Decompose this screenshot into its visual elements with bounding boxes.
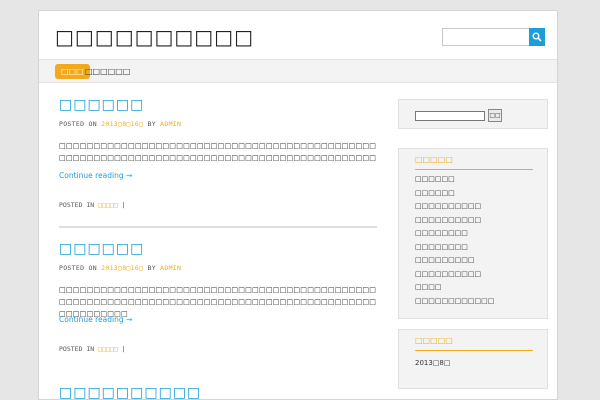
- post-author[interactable]: ADMIN: [160, 120, 181, 128]
- post-date[interactable]: 2013□8□16□: [101, 264, 143, 272]
- post-3: □□□□□□□□□□: [59, 385, 377, 399]
- sidebar-search-input[interactable]: [415, 111, 485, 121]
- post-footer: POSTED IN □□□□□ |: [59, 345, 126, 353]
- widget-title-underline: [415, 169, 533, 170]
- recent-post-link[interactable]: □□□□□□□□□□: [415, 200, 494, 214]
- post-title[interactable]: □□□□□□: [59, 241, 377, 257]
- recent-post-link[interactable]: □□□□□□□□□□□□: [415, 295, 494, 309]
- site-title[interactable]: □□□□□□□□□□: [55, 25, 254, 49]
- post-meta: POSTED ON 2013□8□16□ BY ADMIN: [59, 120, 181, 128]
- post-meta: POSTED ON 2013□8□16□ BY ADMIN: [59, 264, 181, 272]
- header-search-button[interactable]: [529, 28, 545, 46]
- posted-on-label: POSTED ON: [59, 264, 97, 272]
- recent-post-link[interactable]: □□□□: [415, 281, 494, 295]
- footer-separator: |: [121, 201, 126, 209]
- post-category[interactable]: □□□□□: [98, 201, 118, 209]
- post-author[interactable]: ADMIN: [160, 264, 181, 272]
- search-icon: [532, 32, 542, 42]
- posted-on-label: POSTED ON: [59, 120, 97, 128]
- posted-in-label: POSTED IN: [59, 201, 95, 209]
- recent-post-link[interactable]: □□□□□□□□□□: [415, 268, 494, 282]
- post-1: □□□□□□ POSTED ON 2013□8□16□ BY ADMIN □□□…: [59, 97, 377, 209]
- recent-post-link[interactable]: □□□□□□□□: [415, 227, 494, 241]
- sidebar-search-widget: □□: [398, 99, 548, 129]
- header-search-input[interactable]: [442, 28, 530, 46]
- sidebar-archives-widget: □□□□□ 2013□8□: [398, 329, 548, 389]
- footer-separator: |: [121, 345, 126, 353]
- post-divider: [59, 226, 377, 228]
- by-label: BY: [147, 264, 156, 272]
- sidebar-recent-posts-widget: □□□□□ □□□□□□ □□□□□□ □□□□□□□□□□ □□□□□□□□□…: [398, 148, 548, 319]
- post-2: □□□□□□ POSTED ON 2013□8□16□ BY ADMIN □□□…: [59, 241, 377, 353]
- widget-title-archives: □□□□□: [415, 336, 453, 345]
- recent-post-link[interactable]: □□□□□□: [415, 173, 494, 187]
- continue-reading-link[interactable]: Continue reading →: [59, 171, 132, 180]
- continue-reading-link[interactable]: Continue reading →: [59, 315, 132, 324]
- post-footer: POSTED IN □□□□□ |: [59, 201, 126, 209]
- recent-post-link[interactable]: □□□□□□: [415, 187, 494, 201]
- archive-link[interactable]: 2013□8□: [415, 359, 451, 367]
- page-container: □□□□□□□□□□ □□□ □□□□□□ □□□□□□ POSTED ON 2…: [38, 10, 558, 400]
- nav-item-sample-page[interactable]: □□□□□□: [85, 64, 130, 79]
- header-search: [442, 28, 545, 46]
- widget-title-underline: [415, 350, 533, 351]
- recent-post-link[interactable]: □□□□□□□□□: [415, 254, 494, 268]
- site-header: □□□□□□□□□□: [39, 11, 557, 59]
- recent-posts-list: □□□□□□ □□□□□□ □□□□□□□□□□ □□□□□□□□□□ □□□□…: [415, 173, 494, 308]
- recent-post-link[interactable]: □□□□□□□□□□: [415, 214, 494, 228]
- post-title[interactable]: □□□□□□□□□□: [59, 385, 377, 399]
- sidebar-search-button[interactable]: □□: [488, 109, 502, 122]
- recent-post-link[interactable]: □□□□□□□□: [415, 241, 494, 255]
- by-label: BY: [147, 120, 156, 128]
- post-category[interactable]: □□□□□: [98, 345, 118, 353]
- widget-title-recent-posts: □□□□□: [415, 155, 453, 164]
- main-nav: □□□ □□□□□□: [39, 59, 557, 83]
- post-title[interactable]: □□□□□□: [59, 97, 377, 113]
- post-date[interactable]: 2013□8□16□: [101, 120, 143, 128]
- posted-in-label: POSTED IN: [59, 345, 95, 353]
- post-excerpt: □□□□□□□□□□□□□□□□□□□□□□□□□□□□□□□□□□□□□□□□…: [59, 141, 377, 162]
